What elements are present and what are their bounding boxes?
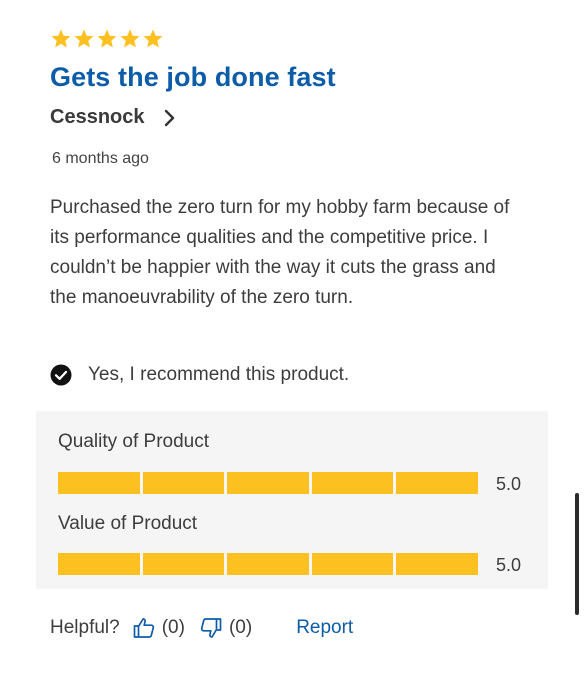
rating-segment [396,472,478,494]
ratings-panel: Quality of Product 5.0 Value of Product … [36,411,548,589]
recommend-row: Yes, I recommend this product. [50,364,349,386]
rating-bar-value [58,553,478,575]
star-icon [73,28,95,50]
review-title: Gets the job done fast [50,62,336,92]
rating-segment [311,472,394,494]
thumbs-down-icon[interactable] [199,616,223,640]
rating-segment [58,472,140,494]
helpful-label: Helpful? [50,617,120,638]
report-link[interactable]: Report [296,617,353,639]
review-body: Purchased the zero turn for my hobby far… [50,197,510,308]
rating-segment [58,553,140,575]
rating-segment [311,553,394,575]
rating-segment [142,472,225,494]
star-icon [142,28,164,50]
star-icon [96,28,118,50]
rating-segment [142,553,225,575]
rating-label-quality: Quality of Product [58,431,210,452]
helpful-row: Helpful? (0) (0) Report [50,616,353,640]
review-date: 6 months ago [52,150,149,167]
review-stars [50,28,164,50]
rating-segment [396,553,478,575]
rating-value-quality: 5.0 [496,474,522,494]
star-icon [50,28,72,50]
rating-segment [227,553,309,575]
rating-bar-quality [58,472,478,494]
rating-value-value: 5.0 [496,555,522,575]
check-circle-icon [50,364,72,386]
author-link[interactable]: Cessnock [50,106,177,129]
rating-label-value: Value of Product [58,513,198,534]
helpful-up-count: (0) [161,617,185,638]
author-name: Cessnock [50,106,145,128]
scrollbar[interactable] [575,493,579,615]
star-icon [119,28,141,50]
rating-segment [227,472,309,494]
chevron-right-icon [163,108,177,128]
helpful-down-count: (0) [228,617,253,638]
thumbs-up-icon[interactable] [132,616,156,640]
recommend-text: Yes, I recommend this product. [88,364,350,385]
